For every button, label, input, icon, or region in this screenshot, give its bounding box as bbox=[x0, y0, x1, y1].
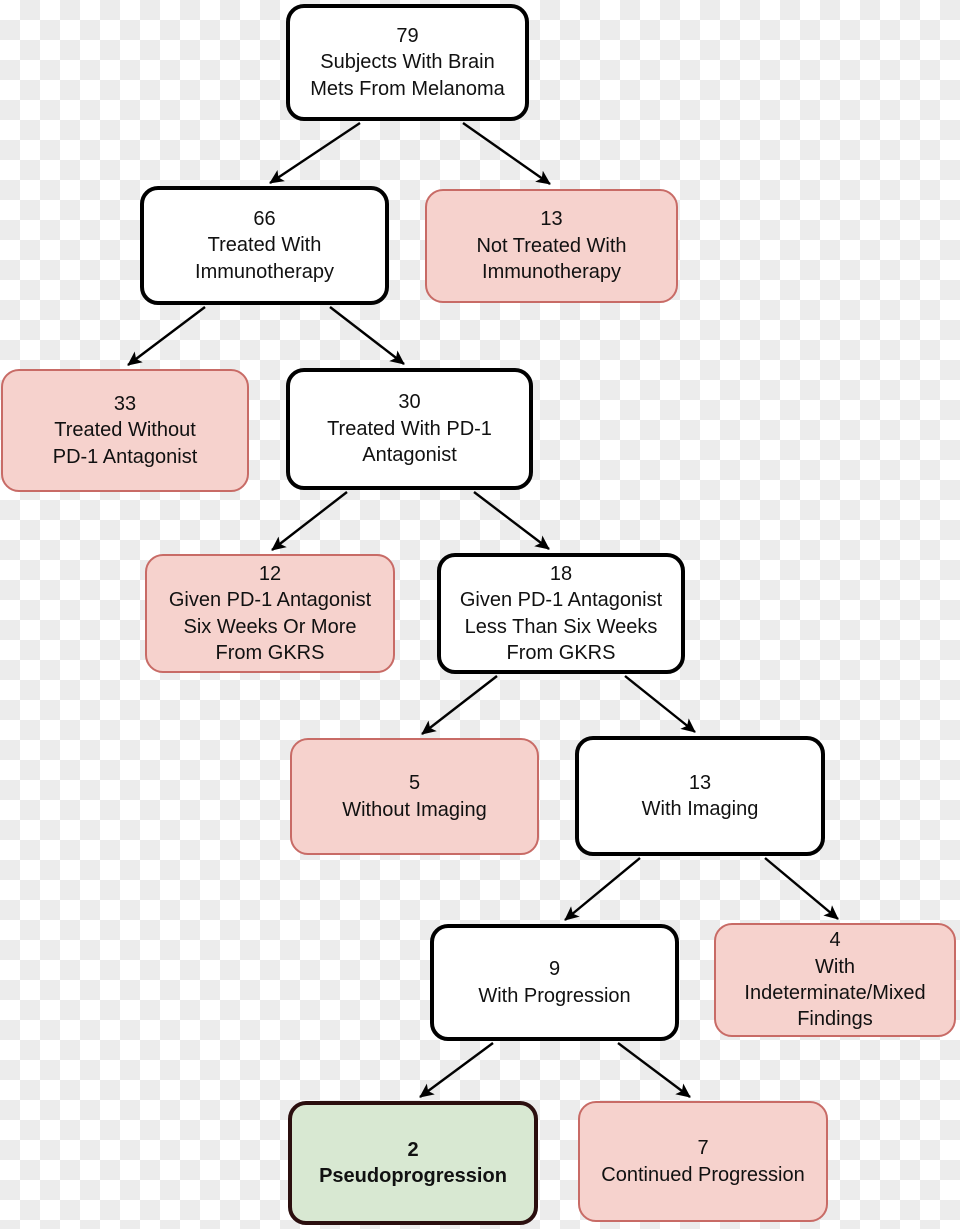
flow-edge-n66-to-n30 bbox=[329, 306, 405, 365]
flow-node-n9: 9 With Progression bbox=[430, 924, 679, 1041]
flow-node-label: Given PD-1 Antagonist Less Than Six Week… bbox=[459, 589, 663, 664]
flow-node-n12: 12 Given PD-1 Antagonist Six Weeks Or Mor… bbox=[145, 554, 395, 673]
flow-node-n2: 2 Pseudoprogression bbox=[288, 1101, 538, 1225]
flow-node-n33: 33 Treated Without PD-1 Antagonist bbox=[1, 369, 249, 492]
flow-node-label: Subjects With Brain Mets From Melanoma bbox=[310, 51, 505, 100]
flow-edge-n13with-to-n9 bbox=[564, 857, 641, 921]
flow-node-n79: 79 Subjects With Brain Mets From Melanoma bbox=[286, 4, 529, 121]
flow-edge-n79-to-n13not bbox=[462, 122, 551, 185]
flow-node-count: 12 bbox=[258, 562, 282, 585]
flow-node-count: 13 bbox=[688, 771, 712, 794]
flow-node-count: 30 bbox=[398, 391, 421, 414]
flow-edge-n66-to-n33 bbox=[127, 306, 206, 366]
flow-node-label: Pseudoprogression bbox=[319, 1165, 507, 1187]
flowchart-canvas: 79 Subjects With Brain Mets From Melanoma… bbox=[0, 0, 960, 1229]
flow-node-n4: 4 With Indeterminate/Mixed Findings bbox=[714, 923, 956, 1037]
flow-node-label: With Imaging bbox=[641, 798, 759, 820]
flow-node-label: Treated Without PD-1 Antagonist bbox=[52, 419, 198, 468]
flow-node-label: Not Treated With Immunotherapy bbox=[476, 234, 627, 284]
flow-node-label: With Progression bbox=[478, 984, 631, 1007]
flow-node-count: 5 bbox=[408, 772, 421, 795]
flow-node-n18: 18 Given PD-1 Antagonist Less Than Six We… bbox=[437, 553, 685, 674]
flow-node-count: 33 bbox=[113, 392, 137, 415]
flow-node-count: 2 bbox=[407, 1138, 419, 1161]
flow-edge-n13with-to-n4 bbox=[764, 857, 839, 920]
flow-node-count: 9 bbox=[548, 958, 561, 981]
flow-node-label: Treated With PD-1 Antagonist bbox=[327, 417, 492, 467]
flow-node-count: 18 bbox=[549, 562, 573, 585]
flow-edge-n79-to-n66 bbox=[269, 122, 361, 184]
flow-node-n5: 5 Without Imaging bbox=[290, 738, 539, 855]
flow-node-n13with: 13 With Imaging bbox=[575, 736, 825, 856]
flow-node-label: With Indeterminate/Mixed Findings bbox=[744, 955, 926, 1031]
flow-node-count: 66 bbox=[253, 207, 276, 230]
flow-edge-n9-to-n2 bbox=[419, 1042, 494, 1098]
flow-edge-n18-to-n13with bbox=[624, 675, 696, 733]
flow-node-label: Treated With Immunotherapy bbox=[195, 234, 334, 283]
flow-edge-n9-to-n7 bbox=[617, 1042, 691, 1098]
flow-node-count: 4 bbox=[829, 929, 841, 952]
flow-node-n7: 7 Continued Progression bbox=[578, 1101, 828, 1222]
flow-node-label: Without Imaging bbox=[342, 798, 487, 821]
flow-node-label: Continued Progression bbox=[601, 1163, 805, 1186]
flow-node-n30: 30 Treated With PD-1 Antagonist bbox=[286, 368, 533, 490]
flow-node-count: 7 bbox=[697, 1137, 709, 1160]
flow-node-n13not: 13 Not Treated With Immunotherapy bbox=[425, 189, 678, 303]
flow-node-count: 79 bbox=[396, 24, 419, 47]
flow-node-n66: 66 Treated With Immunotherapy bbox=[140, 186, 389, 305]
flow-edge-n30-to-n12 bbox=[271, 491, 348, 551]
flow-edge-n18-to-n5 bbox=[421, 675, 498, 735]
flow-node-count: 13 bbox=[540, 208, 563, 231]
flow-node-label: Given PD-1 Antagonist Six Weeks Or More … bbox=[168, 589, 372, 664]
flow-edge-n30-to-n18 bbox=[473, 491, 550, 550]
